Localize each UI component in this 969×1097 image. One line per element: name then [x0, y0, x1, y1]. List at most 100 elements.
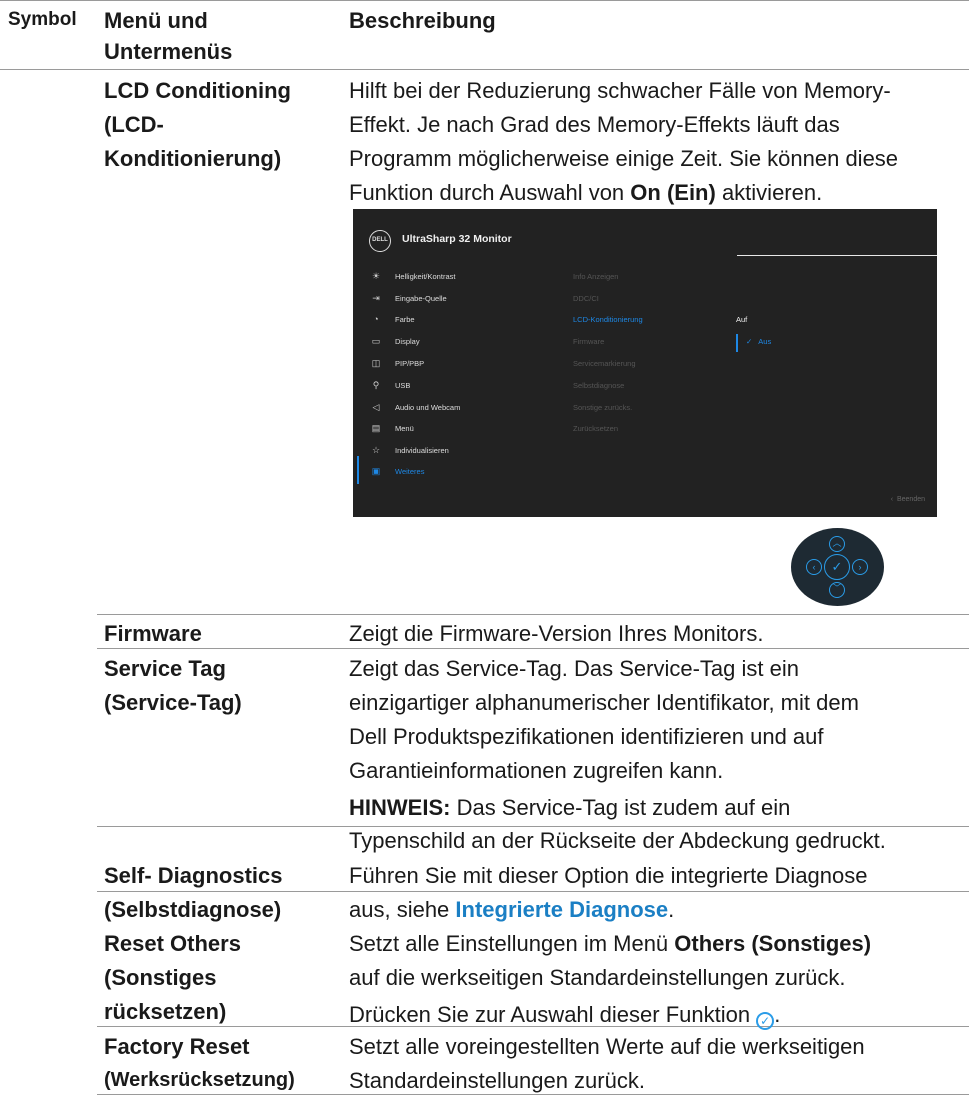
others-icon: ▣ [371, 465, 381, 476]
check-circle-icon: ✓ [756, 1012, 775, 1030]
joystick-center-check-icon: ✓ [824, 554, 850, 580]
osd-menu-brightness[interactable]: ☀ Helligkeit/Kontrast [369, 267, 456, 285]
osd-option-off: Aus [758, 337, 772, 346]
joystick-illustration: ︿ ‹ ✓ › ﹀ [791, 528, 884, 606]
sun-icon: ☀ [371, 270, 381, 281]
self-diag-label-line1: Self- Diagnostics [104, 863, 283, 888]
osd-sub-factory-reset[interactable]: Zurücksetzen [573, 424, 618, 433]
osd-menu-display[interactable]: ▭ Display [369, 332, 420, 350]
self-diag-desc-pre: aus, siehe [349, 897, 456, 922]
osd-menu-label: Menü [395, 423, 414, 433]
lcd-desc-line1: Hilft bei der Reduzierung schwacher Fäll… [349, 78, 891, 103]
row-rule-firmware [97, 614, 969, 615]
header-description: Beschreibung [349, 8, 496, 33]
osd-exit[interactable]: ‹ Beenden [891, 496, 925, 503]
speaker-icon: ◁ [372, 401, 380, 412]
joystick-right-icon: › [852, 559, 868, 575]
osd-title-underline [737, 255, 937, 256]
osd-menu-audio[interactable]: ◁ Audio und Webcam [369, 398, 461, 416]
chevron-left-icon: ‹ [890, 496, 894, 503]
osd-selection-indicator [357, 456, 359, 484]
osd-menu-label: Eingabe-Quelle [395, 293, 447, 303]
reset-others-label-line3: rücksetzen) [104, 999, 227, 1024]
osd-menu-label: Audio und Webcam [395, 402, 461, 412]
osd-menu-usb[interactable]: ⚲ USB [369, 376, 411, 394]
reset-others-desc-line3-post: . [774, 1002, 781, 1027]
osd-menu-pip-pbp[interactable]: ◫ PIP/PBP [369, 354, 424, 372]
factory-reset-desc-line1: Setzt alle voreingestellten Werte auf di… [349, 1034, 865, 1059]
osd-screenshot: DELL UltraSharp 32 Monitor ☀ Helligkeit/K… [353, 209, 937, 517]
factory-reset-desc-line2: Standardeinstellungen zurück. [349, 1068, 645, 1093]
joystick-up-icon: ︿ [829, 536, 845, 552]
table-top-rule [0, 0, 969, 1]
osd-title: UltraSharp 32 Monitor [402, 233, 512, 245]
service-tag-note-line2: Typenschild an der Rückseite der Abdecku… [349, 828, 886, 853]
osd-sub-self-diagnostics[interactable]: Selbstdiagnose [573, 381, 624, 390]
osd-sub-firmware[interactable]: Firmware [573, 337, 604, 346]
factory-reset-label-line2: (Werksrücksetzung) [104, 1069, 295, 1091]
osd-menu-label: USB [395, 380, 411, 390]
note-label: HINWEIS: [349, 795, 451, 820]
dell-logo: DELL [369, 230, 391, 252]
osd-menu-personalize[interactable]: ☆ Individualisieren [369, 441, 449, 459]
integrated-diagnostics-link[interactable]: Integrierte Diagnose [455, 897, 668, 922]
lcd-label-line2: (LCD- [104, 112, 164, 137]
reset-others-desc-line3: Drücken Sie zur Auswahl dieser Funktion … [349, 998, 780, 1031]
osd-sub-reset-others[interactable]: Sonstige zurücks. [573, 403, 632, 412]
reset-others-desc-line1: Setzt alle Einstellungen im Menü Others … [349, 927, 871, 960]
usb-icon: ⚲ [372, 379, 380, 390]
reset-others-desc-line2: auf die werkseitigen Standardeinstellung… [349, 965, 846, 990]
osd-sub-service-tag[interactable]: Servicemarkierung [573, 359, 636, 368]
header-symbol: Symbol [8, 9, 77, 30]
osd-menu-label: Individualisieren [395, 445, 449, 455]
osd-menu-label: Display [395, 336, 420, 346]
osd-menu-others[interactable]: ▣ Weiteres [369, 462, 425, 480]
lcd-desc-line2: Effekt. Je nach Grad des Memory-Effekts … [349, 112, 840, 137]
lcd-desc-on-option: On (Ein) [630, 180, 716, 205]
osd-menu-input-source[interactable]: ⇥ Eingabe-Quelle [369, 289, 447, 307]
service-tag-label-line2: (Service-Tag) [104, 690, 242, 715]
lcd-desc-line4: Funktion durch Auswahl von On (Ein) akti… [349, 176, 822, 209]
joystick-down-icon: ﹀ [829, 582, 845, 598]
joystick-left-icon: ‹ [806, 559, 822, 575]
osd-sub-ddc-ci[interactable]: DDC/CI [573, 294, 599, 303]
lcd-desc-line4-pre: Funktion durch Auswahl von [349, 180, 631, 205]
osd-menu-label: PIP/PBP [395, 358, 425, 368]
header-menu-line2: Untermenüs [104, 39, 233, 64]
osd-option-off-row[interactable]: ✓ Aus [746, 337, 771, 346]
lcd-label-line1: LCD Conditioning [104, 78, 291, 103]
firmware-desc: Zeigt die Firmware-Version Ihres Monitor… [349, 621, 764, 646]
osd-option-indicator [736, 334, 738, 352]
service-tag-desc-line3: Dell Produktspezifikationen identifizier… [349, 724, 824, 749]
osd-option-on[interactable]: Auf [736, 315, 747, 324]
reset-others-label-line2: (Sonstiges [104, 965, 217, 990]
check-icon: ✓ [746, 337, 753, 346]
lcd-desc-line4-post: aktivieren. [715, 180, 823, 205]
self-diag-desc-post: . [668, 897, 675, 922]
header-bottom-rule [0, 69, 969, 70]
star-icon: ☆ [371, 444, 381, 455]
service-tag-label-line1: Service Tag [104, 656, 226, 681]
lcd-label-line3: Konditionierung) [104, 146, 282, 171]
menu-icon: ▤ [371, 422, 381, 433]
reset-others-desc-line3-pre: Drücken Sie zur Auswahl dieser Funktion [349, 1002, 757, 1027]
display-icon: ▭ [371, 335, 381, 346]
self-diag-desc-line1: Führen Sie mit dieser Option die integri… [349, 863, 868, 888]
factory-reset-label-line1: Factory Reset [104, 1034, 250, 1059]
osd-sub-lcd-conditioning[interactable]: LCD-Konditionierung [573, 315, 643, 324]
self-diag-desc-line2: aus, siehe Integrierte Diagnose. [349, 893, 674, 926]
reset-others-menu-name: Others (Sonstiges) [674, 931, 872, 956]
osd-menu-label: Helligkeit/Kontrast [395, 271, 456, 281]
firmware-label: Firmware [104, 621, 202, 646]
osd-exit-label: Beenden [896, 496, 925, 503]
note-text: Das Service-Tag ist zudem auf ein [450, 795, 791, 820]
self-diag-label-line2: (Selbstdiagnose) [104, 897, 282, 922]
pip-pbp-icon: ◫ [371, 357, 381, 368]
osd-menu-color[interactable]: ◔ Farbe [369, 310, 414, 328]
osd-sub-display-info[interactable]: Info Anzeigen [573, 272, 618, 281]
service-tag-desc-line2: einzigartiger alphanumerischer Identifik… [349, 690, 859, 715]
reset-others-desc-pre: Setzt alle Einstellungen im Menü [349, 931, 675, 956]
osd-menu-menu[interactable]: ▤ Menü [369, 419, 414, 437]
service-tag-note-line1: HINWEIS: Das Service-Tag ist zudem auf e… [349, 791, 790, 824]
color-palette-icon: ◔ [373, 314, 379, 324]
